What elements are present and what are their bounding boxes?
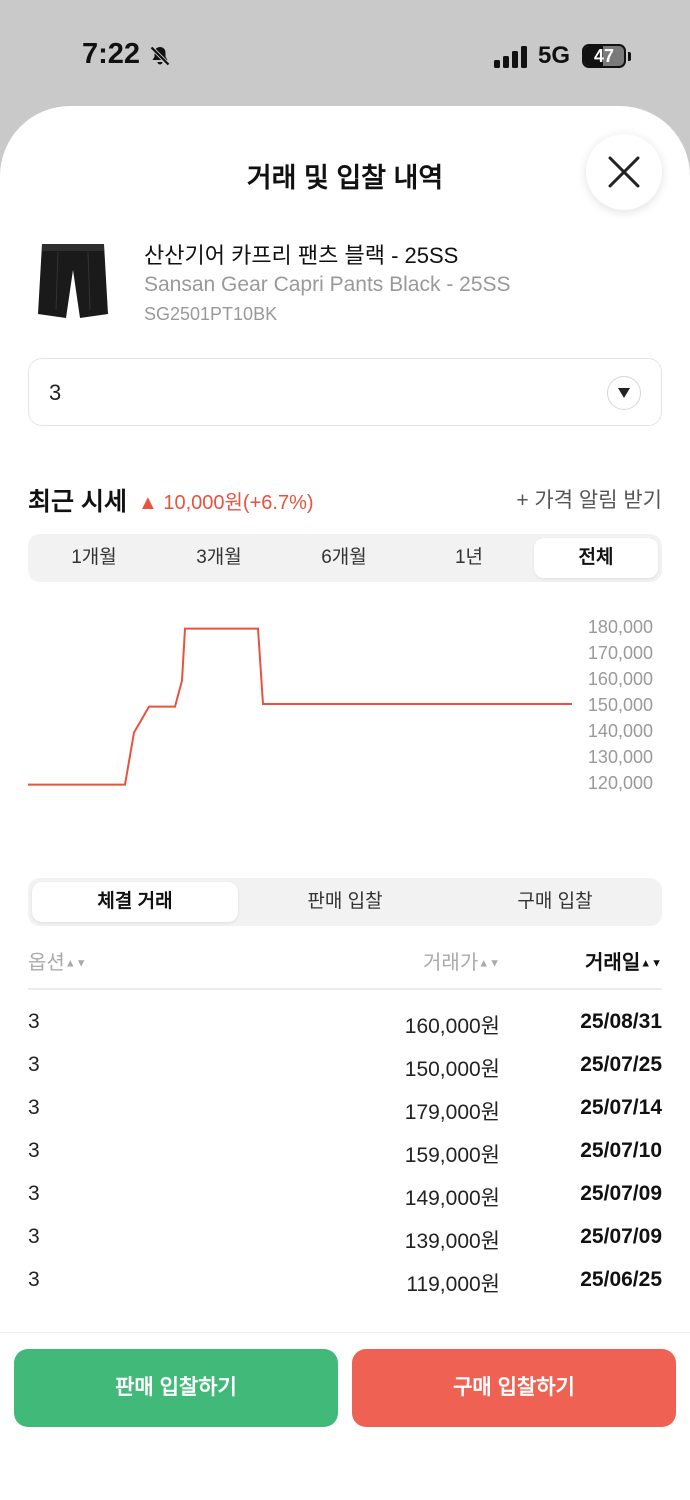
cell-price: 149,000원 — [404, 1187, 500, 1210]
tab-period-6m[interactable]: 6개월 — [282, 538, 406, 578]
trade-tabs: 체결 거래 판매 입찰 구매 입찰 — [28, 878, 662, 926]
cellular-signal-icon — [494, 46, 530, 73]
cell-date: 25/07/09 — [580, 1182, 662, 1205]
tab-period-1y[interactable]: 1년 — [407, 538, 531, 578]
product-image — [36, 240, 110, 322]
tab-period-all[interactable]: 전체 — [534, 538, 658, 578]
cell-date: 25/08/31 — [580, 1010, 662, 1033]
dropdown-arrow-icon — [607, 376, 641, 410]
sort-desc-icon: ▲▼ — [640, 957, 662, 970]
close-button[interactable] — [586, 134, 662, 210]
table-row: 3 149,000원 25/07/09 — [0, 1182, 690, 1225]
table-row: 3 119,000원 25/06/25 — [0, 1268, 690, 1311]
table-row: 3 159,000원 25/07/10 — [0, 1139, 690, 1182]
tab-period-1m[interactable]: 1개월 — [32, 538, 156, 578]
sort-icon: ▲▼ — [64, 957, 87, 970]
cell-date: 25/07/14 — [580, 1096, 662, 1119]
y-tick-label: 140,000 — [588, 721, 653, 741]
y-tick-label: 160,000 — [588, 669, 653, 689]
market-price-title: 최근 시세 — [28, 488, 127, 516]
table-row: 3 139,000원 25/07/09 — [0, 1225, 690, 1268]
status-time: 7:22 — [82, 38, 141, 70]
cell-price: 119,000원 — [406, 1273, 500, 1296]
table-row: 3 179,000원 25/07/14 — [0, 1096, 690, 1139]
cell-date: 25/07/09 — [580, 1225, 662, 1248]
tab-buy-bids[interactable]: 구매 입찰 — [452, 882, 658, 922]
sort-icon: ▲▼ — [478, 957, 500, 970]
y-tick-label: 170,000 — [588, 643, 653, 663]
price-alert-link[interactable]: + 가격 알림 받기 — [516, 484, 662, 514]
tab-period-3m[interactable]: 3개월 — [157, 538, 281, 578]
price-change: ▲ 10,000원(+6.7%) — [138, 486, 314, 515]
cell-option: 3 — [28, 1096, 40, 1119]
network-type: 5G — [538, 42, 571, 69]
table-divider — [28, 988, 662, 990]
trade-history-sheet: 거래 및 입찰 내역 산산기어 카프리 팬츠 블랙 - 25SS Sansan … — [0, 106, 690, 1500]
size-select-value: 3 — [49, 380, 62, 405]
header-price[interactable]: 거래가▲▼ — [423, 946, 500, 975]
close-icon — [608, 156, 640, 188]
cell-price: 160,000원 — [404, 1015, 500, 1038]
table-row: 3 160,000원 25/08/31 — [0, 1010, 690, 1053]
sell-bid-button[interactable]: 판매 입찰하기 — [14, 1349, 338, 1427]
cell-date: 25/06/25 — [580, 1268, 662, 1291]
cell-date: 25/07/10 — [580, 1139, 662, 1162]
size-select[interactable]: 3 — [28, 358, 662, 426]
cell-option: 3 — [28, 1225, 40, 1248]
period-tabs: 1개월 3개월 6개월 1년 전체 — [28, 534, 662, 582]
cell-price: 179,000원 — [404, 1101, 500, 1124]
y-tick-label: 150,000 — [588, 695, 653, 715]
cell-date: 25/07/25 — [580, 1053, 662, 1076]
header-option[interactable]: 옵션▲▼ — [28, 946, 87, 975]
table-row: 3 150,000원 25/07/25 — [0, 1053, 690, 1096]
battery-level: 47 — [593, 46, 615, 66]
header-date[interactable]: 거래일▲▼ — [585, 946, 662, 975]
price-chart: 180,000 170,000 160,000 150,000 140,000 130,0… — [28, 617, 653, 793]
cell-option: 3 — [28, 1010, 40, 1033]
cell-option: 3 — [28, 1139, 40, 1162]
bell-off-icon — [148, 44, 172, 73]
product-code: SG2501PT10BK — [144, 304, 278, 324]
cell-option: 3 — [28, 1268, 40, 1291]
price-up-icon: ▲ — [138, 492, 158, 514]
y-tick-label: 130,000 — [588, 747, 653, 767]
battery-icon: 47 — [582, 44, 626, 68]
bottom-action-bar: 판매 입찰하기 구매 입찰하기 — [0, 1332, 690, 1500]
y-tick-label: 120,000 — [588, 773, 653, 793]
tab-completed-trades[interactable]: 체결 거래 — [32, 882, 238, 922]
y-tick-label: 180,000 — [588, 617, 653, 637]
price-change-value: 10,000원(+6.7%) — [163, 492, 314, 514]
cell-price: 159,000원 — [404, 1144, 500, 1167]
product-name-english: Sansan Gear Capri Pants Black - 25SS — [144, 273, 511, 296]
tab-sell-bids[interactable]: 판매 입찰 — [242, 882, 448, 922]
cell-option: 3 — [28, 1182, 40, 1205]
status-bar: 7:22 5G 47 — [0, 0, 690, 110]
cell-price: 150,000원 — [404, 1058, 500, 1081]
buy-bid-button[interactable]: 구매 입찰하기 — [352, 1349, 676, 1427]
cell-option: 3 — [28, 1053, 40, 1076]
cell-price: 139,000원 — [404, 1230, 500, 1253]
product-name-korean: 산산기어 카프리 팬츠 블랙 - 25SS — [144, 243, 459, 268]
price-series-line — [28, 627, 572, 786]
